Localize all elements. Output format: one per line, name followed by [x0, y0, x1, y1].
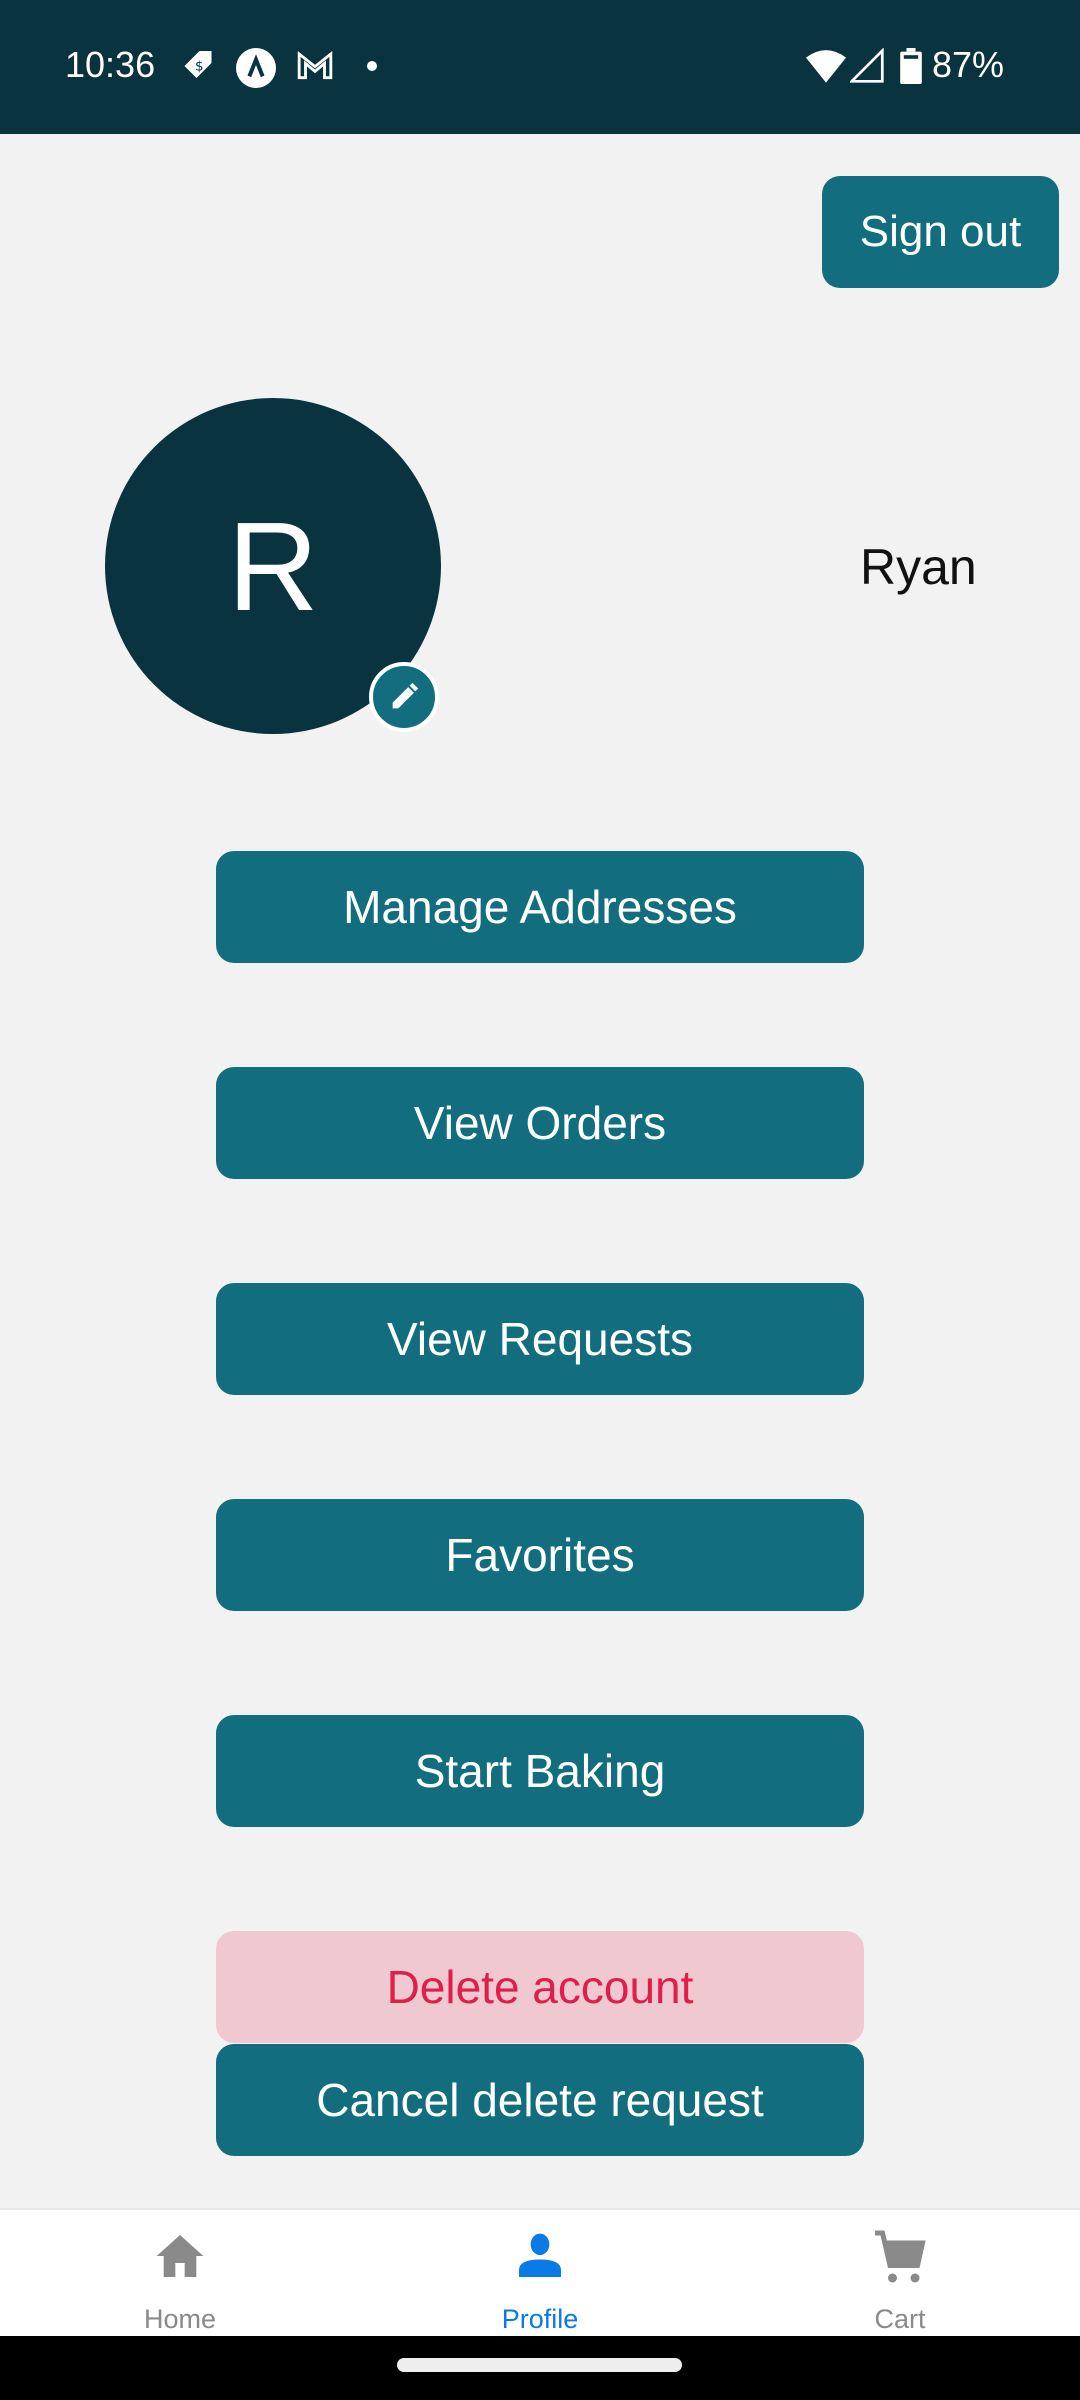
bottom-nav: Home Profile Cart — [0, 2208, 1080, 2338]
dot-icon — [367, 61, 377, 71]
manage-addresses-button[interactable]: Manage Addresses — [216, 851, 864, 963]
favorites-button[interactable]: Favorites — [216, 1499, 864, 1611]
cart-icon — [875, 2230, 926, 2283]
pencil-icon — [392, 682, 419, 709]
nav-item-home[interactable]: Home — [0, 2210, 360, 2338]
edit-avatar-button[interactable] — [369, 662, 439, 732]
home-gesture-handle[interactable] — [397, 2358, 682, 2372]
view-orders-button[interactable]: View Orders — [216, 1067, 864, 1179]
status-time: 10:36 — [65, 44, 156, 85]
start-baking-button[interactable]: Start Baking — [216, 1715, 864, 1827]
app-a-icon — [236, 48, 276, 88]
nav-label-home: Home — [143, 2304, 217, 2334]
battery-icon — [900, 48, 922, 84]
avatar-initial: R — [227, 495, 319, 637]
gmail-icon — [297, 50, 333, 80]
nav-item-profile[interactable]: Profile — [360, 2210, 720, 2338]
view-requests-button[interactable]: View Requests — [216, 1283, 864, 1395]
cancel-delete-request-button[interactable]: Cancel delete request — [216, 2044, 864, 2156]
sign-out-button[interactable]: Sign out — [822, 176, 1059, 288]
nav-item-cart[interactable]: Cart — [720, 2210, 1080, 2338]
nav-label-profile: Profile — [501, 2304, 579, 2334]
home-icon — [156, 2235, 204, 2277]
price-tag-icon: $ — [184, 51, 212, 78]
battery-percent: 87% — [932, 44, 1005, 85]
svg-text:$: $ — [195, 59, 204, 75]
signal-icon — [850, 48, 884, 83]
system-nav-bar — [0, 2336, 1080, 2400]
user-name: Ryan — [860, 539, 977, 595]
wifi-icon — [806, 50, 846, 83]
delete-account-button[interactable]: Delete account — [216, 1931, 864, 2043]
person-icon — [519, 2233, 561, 2277]
status-bar: 10:36 $ 87% — [0, 0, 1080, 134]
nav-label-cart: Cart — [874, 2304, 926, 2334]
